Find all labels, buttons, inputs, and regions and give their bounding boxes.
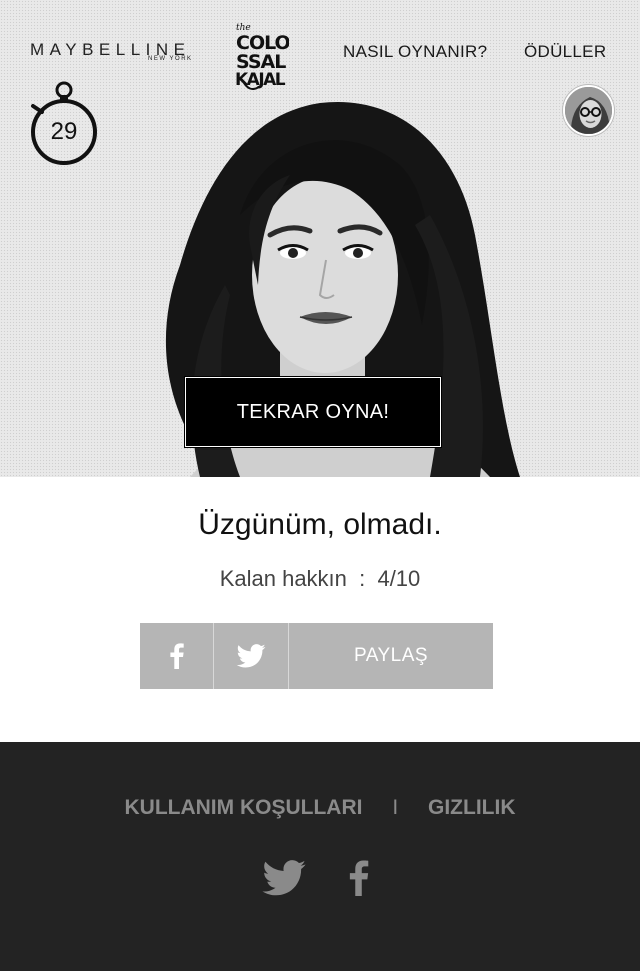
- twitter-icon[interactable]: [262, 860, 306, 896]
- footer-separator: I: [392, 796, 399, 819]
- maybelline-logo-subtext: NEW YORK: [148, 56, 193, 62]
- share-bar: PAYLAŞ: [140, 623, 493, 689]
- svg-text:KAJAL: KAJAL: [235, 70, 286, 90]
- avatar-portrait-image: [565, 87, 612, 134]
- nav-prizes[interactable]: ÖDÜLLER: [524, 42, 606, 62]
- share-facebook-button[interactable]: [140, 623, 214, 689]
- twitter-icon: [236, 644, 266, 668]
- user-avatar[interactable]: [563, 85, 614, 136]
- facebook-icon: [169, 643, 184, 669]
- share-twitter-button[interactable]: [214, 623, 289, 689]
- result-title: Üzgünüm, olmadı.: [198, 508, 442, 541]
- hero-banner: MAYBELLINE NEW YORK the COLO SSAL KAJAL …: [0, 0, 640, 477]
- timer-value: 29: [50, 118, 78, 145]
- share-label-button[interactable]: PAYLAŞ: [289, 623, 493, 689]
- footer-links: KULLANIM KOŞULLARI I GIZLILIK: [0, 796, 640, 820]
- colossal-kajal-logo[interactable]: the COLO SSAL KAJAL: [233, 21, 289, 93]
- nav-how-to-play[interactable]: NASIL OYNANIR?: [343, 42, 487, 62]
- remaining-attempts: Kalan hakkın : 4/10: [219, 566, 421, 591]
- game-timer: 29: [30, 80, 102, 168]
- footer: KULLANIM KOŞULLARI I GIZLILIK: [0, 742, 640, 971]
- footer-privacy-link[interactable]: GIZLILIK: [428, 796, 516, 820]
- maybelline-logo[interactable]: MAYBELLINE NEW YORK: [30, 40, 215, 62]
- facebook-icon[interactable]: [348, 860, 370, 896]
- replay-button[interactable]: TEKRAR OYNA!: [184, 376, 442, 448]
- footer-terms-link[interactable]: KULLANIM KOŞULLARI: [124, 796, 362, 820]
